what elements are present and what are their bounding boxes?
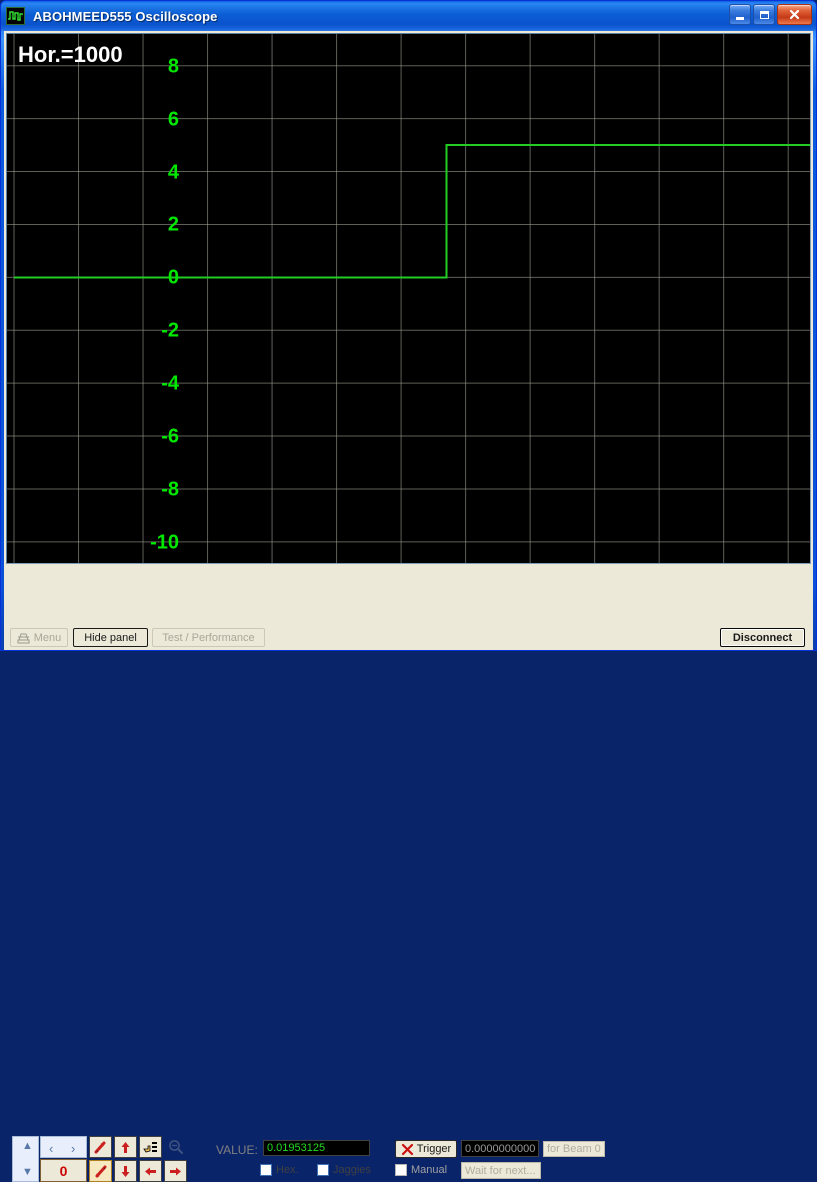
arrow-left-icon xyxy=(145,1167,156,1175)
arrow-left-icon-button[interactable] xyxy=(139,1160,162,1182)
vertical-nav-pane: ▲ ▼ xyxy=(12,1136,39,1182)
control-panel: ▲ ▼ ‹ › 0 VALUE: 0.01953125 Hex. Jaggies… xyxy=(4,564,813,1182)
jaggies-label: Jaggies xyxy=(333,1164,371,1176)
manual-checkbox[interactable] xyxy=(395,1164,407,1176)
y-axis-tick-6: 6 xyxy=(167,108,179,131)
title-bar[interactable]: ABOHMEED555 Oscilloscope xyxy=(1,1,816,31)
arrow-right-icon-button[interactable] xyxy=(164,1160,187,1182)
scope-canvas[interactable] xyxy=(7,34,810,563)
minimize-button[interactable] xyxy=(729,4,751,25)
test-performance-button[interactable]: Test / Performance xyxy=(152,628,265,647)
close-button[interactable] xyxy=(777,4,812,25)
navigation-cluster: ▲ ▼ ‹ › 0 xyxy=(12,1136,87,1182)
horizontal-nav-pane: ‹ › xyxy=(40,1136,87,1158)
up-arrow-icon[interactable]: ▲ xyxy=(22,1141,33,1152)
value-display[interactable]: 0.01953125 xyxy=(263,1140,370,1156)
trigger-button[interactable]: Trigger xyxy=(395,1140,457,1158)
y-axis-tick-neg2: -2 xyxy=(161,319,179,342)
machine-icon xyxy=(17,631,30,644)
y-axis-tick-neg6: -6 xyxy=(161,425,179,448)
pointer-up-right-icon xyxy=(94,1141,106,1153)
pointer-up-right-icon-button[interactable] xyxy=(89,1136,112,1158)
hex-checkbox-row[interactable]: Hex. xyxy=(260,1164,299,1176)
wait-for-next-field: Wait for next... xyxy=(461,1162,541,1179)
minimize-icon xyxy=(730,5,750,24)
trigger-label: Trigger xyxy=(416,1143,452,1155)
waveform-plot xyxy=(7,34,810,563)
jaggies-checkbox-row[interactable]: Jaggies xyxy=(317,1164,371,1176)
arrow-up-icon xyxy=(121,1141,130,1153)
y-axis-tick-2: 2 xyxy=(167,213,179,236)
beam-label-field: for Beam 0 xyxy=(543,1141,605,1157)
waveform-icon xyxy=(6,7,25,25)
hex-label: Hex. xyxy=(276,1164,299,1176)
y-axis-tick-neg4: -4 xyxy=(161,372,179,395)
manual-checkbox-row[interactable]: Manual xyxy=(395,1164,447,1176)
down-arrow-icon[interactable]: ▼ xyxy=(22,1167,33,1178)
arrow-right-icon xyxy=(170,1167,181,1175)
maximize-button[interactable] xyxy=(753,4,775,25)
client-area: Hor.=1000 8 6 4 2 0 -2 -4 -6 -8 -10 ▲ ▼ ‹ › 0 xyxy=(4,31,813,1182)
maximize-icon xyxy=(754,5,774,24)
arrow-down-icon-button[interactable] xyxy=(114,1160,137,1182)
hide-panel-button[interactable]: Hide panel xyxy=(73,628,148,647)
hide-panel-label: Hide panel xyxy=(84,631,137,644)
y-axis-tick-neg8: -8 xyxy=(161,478,179,501)
window-title: ABOHMEED555 Oscilloscope xyxy=(33,8,218,24)
jaggies-checkbox[interactable] xyxy=(317,1164,329,1176)
hex-checkbox[interactable] xyxy=(260,1164,272,1176)
menu-button[interactable]: Menu xyxy=(10,628,68,647)
disconnect-label: Disconnect xyxy=(732,631,793,644)
disconnect-button[interactable]: Disconnect xyxy=(720,628,805,647)
test-performance-label: Test / Performance xyxy=(162,631,255,644)
beam-counter-field[interactable]: 0 xyxy=(40,1159,87,1182)
pointer-down-left-icon xyxy=(95,1165,107,1177)
prev-button[interactable]: ‹ xyxy=(49,1142,53,1155)
oscilloscope-display[interactable]: Hor.=1000 8 6 4 2 0 -2 -4 -6 -8 -10 xyxy=(6,33,811,564)
horizontal-scale-label: Hor.=1000 xyxy=(18,42,123,67)
menu-label: Menu xyxy=(33,631,62,644)
hand-menu-icon xyxy=(142,1141,157,1152)
manual-label: Manual xyxy=(411,1164,448,1176)
zoom-out-icon xyxy=(168,1140,183,1154)
y-axis-tick-8: 8 xyxy=(167,55,179,78)
pointer-down-left-icon-button[interactable] xyxy=(89,1160,112,1182)
value-label: VALUE: xyxy=(216,1143,258,1157)
close-icon xyxy=(778,5,811,24)
y-axis-tick-neg10: -10 xyxy=(150,531,179,554)
y-axis-tick-4: 4 xyxy=(167,161,179,184)
zoom-out-icon-button[interactable] xyxy=(164,1136,187,1158)
bottom-bar: Menu Hide panel Test / Performance Disco… xyxy=(4,626,813,650)
x-mark-icon xyxy=(401,1143,413,1155)
window-buttons xyxy=(729,4,812,25)
trigger-value-display[interactable]: 0.0000000000 xyxy=(461,1140,539,1157)
arrow-up-icon-button[interactable] xyxy=(114,1136,137,1158)
next-button[interactable]: › xyxy=(71,1142,75,1155)
y-axis-tick-0: 0 xyxy=(167,266,179,289)
hand-menu-icon-button[interactable] xyxy=(139,1136,162,1158)
arrow-down-icon xyxy=(121,1165,130,1177)
application-window: ABOHMEED555 Oscilloscope Hor.=1000 8 6 4… xyxy=(0,0,817,1182)
